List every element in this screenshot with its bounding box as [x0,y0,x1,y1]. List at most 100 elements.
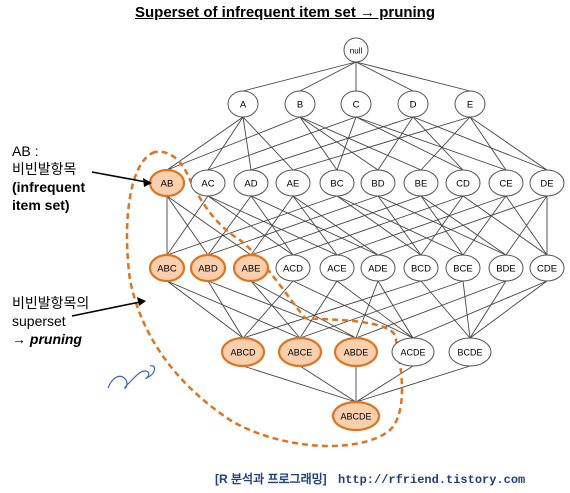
edge-abc-abcd [166,280,244,339]
node-ab-label: AB [161,179,174,190]
ab-annotation: AB : 비빈발항목 (infrequent item set) [12,142,85,214]
edge-bd-abd [207,195,379,256]
node-null-label: null [350,47,363,56]
edge-c-ce [355,116,507,171]
edge-be-abe [250,195,422,256]
edge-d-ad [250,116,414,171]
edge-d-de [412,116,548,171]
edge-acd-abcd [242,280,294,339]
node-abe: ABE [232,253,270,283]
edge-bde-abde [355,280,507,339]
node-acd: ACD [275,254,311,282]
node-d-label: D [410,100,417,111]
edge-bce-abce [299,280,464,339]
edge-abc-abce [166,280,301,339]
node-bce: BCE [445,254,481,282]
edge-bce-bcde [462,280,471,339]
node-b: B [284,90,316,118]
edge-acde-abcde [355,365,414,403]
node-ac-label: AC [201,179,214,190]
node-cd: CD [445,169,481,197]
ab-annotation-line3: (infrequent [12,179,86,195]
edge-d-bd [377,116,414,171]
edge-c-cd [355,116,464,171]
ab-pointer-arrow [91,171,152,187]
edge-abd-abcd [207,280,244,339]
node-abde: ABDE [333,336,379,368]
edge-abe-abce [250,280,301,339]
edge-a-ae [242,116,294,171]
node-ce-label: CE [499,179,512,190]
node-null: null [343,37,369,63]
node-ac: AC [190,169,226,197]
node-bcde: BCDE [448,337,492,367]
node-acde: ACDE [391,337,435,367]
node-ab: AB [148,168,186,198]
edge-cde-bcde [469,280,548,339]
node-d: D [397,90,429,118]
node-abce: ABCE [277,336,323,368]
edge-c-bc [336,116,357,171]
superset-annotation: 비빈발항목의 superset → pruning [12,294,89,348]
node-bcde-label: BCDE [457,348,482,358]
node-de-label: DE [540,179,553,190]
node-abcd: ABCD [220,336,266,368]
edge-ce-bce [462,195,507,256]
edge-null-b [299,61,357,92]
node-be-label: BE [415,179,428,190]
node-abde-label: ABDE [344,348,369,358]
edge-ac-acd [207,195,294,256]
node-abd: ABD [189,253,227,283]
ab-annotation-line1: AB : [12,143,39,159]
node-b-label: B [297,100,303,111]
superset-annotation-line2: superset [12,313,66,329]
edge-de-ade [377,195,548,256]
node-acde-label: ACDE [400,348,425,358]
edge-a-ac [207,116,244,171]
node-ace-label: ACE [327,264,347,275]
node-cde-label: CDE [537,264,557,275]
node-acd-label: ACD [283,264,303,275]
node-abcde: ABCDE [331,400,381,432]
node-bd-label: BD [371,179,384,190]
edge-ce-ace [336,195,507,256]
edge-b-bd [299,116,379,171]
node-c-label: C [353,100,360,111]
edge-bde-bcde [469,280,507,339]
node-abcde-label: ABCDE [340,412,371,422]
edge-abcd-abcde [242,365,357,403]
edge-e-be [420,116,471,171]
node-abe-label: ABE [241,264,260,275]
node-bde-label: BDE [496,264,516,275]
node-abc: ABC [148,253,186,283]
edge-abce-abcde [299,365,357,403]
edge-bc-abc [166,195,338,256]
node-c: C [340,90,372,118]
edge-null-e [355,61,471,92]
node-cd-label: CD [456,179,470,190]
ab-annotation-line2: 비빈발항목 [12,161,77,177]
edge-bd-bcd [377,195,422,256]
edge-cd-cde [462,195,548,256]
edge-ad-abd [207,195,252,256]
node-a-label: A [240,100,247,111]
edge-e-ce [469,116,507,171]
edge-a-ad [242,116,252,171]
edge-cde-acde [412,280,548,339]
node-ade-label: ADE [368,264,388,275]
superset-annotation-line3: → pruning [12,331,82,347]
edge-null-d [355,61,414,92]
footer-url-link[interactable]: http://rfriend.tistory.com [338,473,525,487]
edge-e-de [469,116,548,171]
node-bc: BC [319,169,355,197]
edge-ae-ace [292,195,338,256]
node-ae-label: AE [287,179,300,190]
node-de: DE [529,169,565,197]
node-bcd-label: BCD [411,264,431,275]
node-bd: BD [360,169,396,197]
lattice-nodes: nullA B C D EAB AC AD AE BC BD BE CD CE DEABC ABD ABE AC… [148,37,565,432]
node-ade: ADE [360,254,396,282]
node-e-label: E [467,100,473,111]
footer-blog-name: [R 분석과 프로그래밍] [215,472,327,486]
edge-b-ab [166,116,301,171]
